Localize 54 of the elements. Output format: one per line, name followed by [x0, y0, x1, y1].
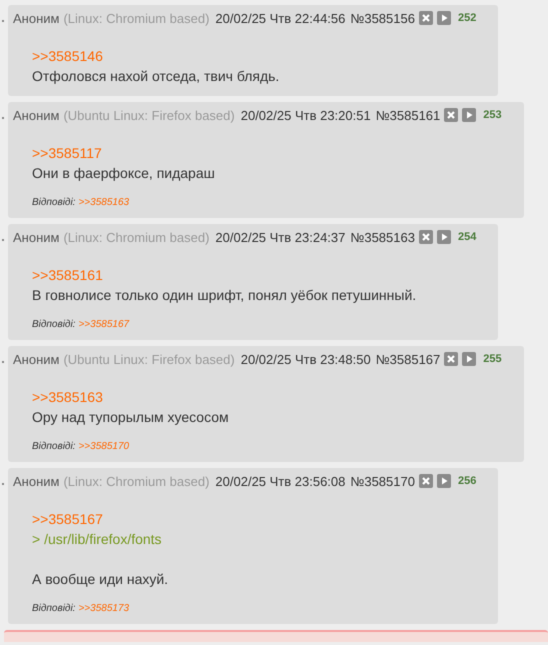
post-date: 20/02/25 Чтв 23:24:37	[215, 230, 346, 244]
play-icon[interactable]	[462, 352, 476, 366]
replies-label: Відповіді:	[32, 603, 76, 614]
post-number-link[interactable]: №3585163	[350, 230, 415, 244]
reply-link[interactable]: >>3585167	[78, 319, 130, 330]
author-name: Аноним	[13, 10, 60, 26]
post-text: Они в фаерфоксе, пидараш	[32, 164, 216, 183]
post-index: 253	[483, 109, 502, 121]
post-number-link[interactable]: №3585156	[350, 10, 415, 26]
post-number-link[interactable]: №3585167	[376, 352, 440, 366]
reply-link[interactable]: >>3585167	[32, 509, 476, 529]
reply-link[interactable]: >>3585117	[32, 143, 502, 163]
author-name: Аноним	[13, 108, 60, 122]
close-icon[interactable]	[418, 230, 433, 244]
replies-label: Відповіді:	[32, 197, 76, 208]
post-number-link[interactable]: №3585170	[350, 474, 415, 488]
reply-link[interactable]: >>3585173	[78, 603, 130, 614]
client-info: (Linux: Chromium based)	[63, 230, 210, 244]
post-date: 20/02/25 Чтв 23:56:08	[215, 474, 346, 488]
reply-link[interactable]: >>3585163	[78, 197, 130, 208]
post-text: А вообще иди нахуй.	[32, 570, 170, 589]
play-icon[interactable]	[462, 108, 476, 122]
close-icon[interactable]	[444, 108, 458, 122]
close-icon[interactable]	[444, 352, 458, 366]
post-date: 20/02/25 Чтв 23:48:50	[240, 352, 371, 366]
post-text: В говнолисе только один шрифт, понял уёбок петушинный.	[32, 286, 418, 305]
post-date: 20/02/25 Чтв 23:20:51	[240, 108, 371, 122]
replies-label: Відповіді:	[32, 441, 76, 452]
post-index: 252	[458, 12, 476, 24]
quote-text: > /usr/lib/firefox/fonts	[32, 530, 163, 549]
play-icon[interactable]	[436, 230, 451, 244]
close-icon[interactable]	[418, 11, 433, 25]
post-text: Отфоловся нахой отседа, твич блядь.	[32, 67, 280, 86]
client-info: (Linux: Chromium based)	[63, 474, 210, 488]
reply-link[interactable]: >>3585161	[32, 265, 476, 285]
author-name: Аноним	[13, 474, 60, 488]
reply-link[interactable]: >>3585163	[32, 387, 502, 407]
reply-link[interactable]: >>3585146	[32, 46, 476, 66]
close-icon[interactable]	[418, 474, 433, 488]
author-name: Аноним	[13, 352, 60, 366]
play-icon[interactable]	[436, 474, 451, 488]
play-icon[interactable]	[436, 11, 451, 25]
post-number-link[interactable]: №3585161	[376, 108, 440, 122]
post-index: 254	[458, 231, 476, 243]
author-name: Аноним	[13, 230, 60, 244]
client-info: (Ubuntu Linux: Firefox based)	[63, 108, 235, 122]
replies-label: Відповіді:	[32, 319, 76, 330]
reply-link[interactable]: >>3585170	[78, 441, 130, 452]
client-info: (Linux: Chromium based)	[63, 10, 210, 26]
post-date: 20/02/25 Чтв 22:44:56	[215, 10, 346, 26]
post-index: 255	[483, 353, 502, 365]
client-info: (Ubuntu Linux: Firefox based)	[63, 352, 235, 366]
post-index: 256	[458, 475, 476, 487]
post-text: Ору над тупорылым хуесосом	[32, 408, 230, 427]
